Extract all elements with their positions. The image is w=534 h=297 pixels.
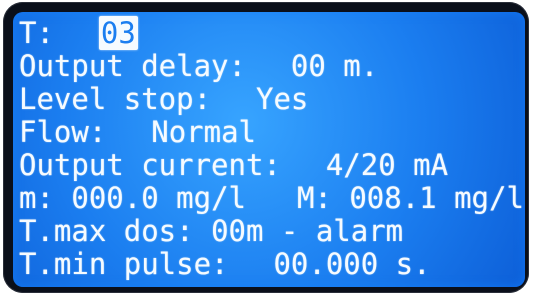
t-min-pulse-label: T.min pulse:	[19, 247, 229, 281]
output-delay-value: 00 m.	[290, 49, 379, 83]
lcd-line-4: Flow: Normal	[19, 115, 256, 149]
lcd-line-7: T.max dos: 00m - alarm	[19, 214, 403, 248]
lcd-line-1: T: 03	[19, 16, 138, 50]
t-max-dos-label: T.max dos:	[19, 214, 194, 248]
level-stop-value: Yes	[256, 82, 309, 116]
t-value-selected[interactable]: 03	[98, 16, 138, 50]
t-max-dos-value: 00m - alarm	[211, 214, 404, 248]
level-stop-label: Level stop:	[19, 82, 212, 116]
min-label: m:	[19, 181, 54, 215]
lcd-screen: T: 03 Output delay: 00 m. Level stop: Ye…	[13, 12, 525, 287]
lcd-line-2: Output delay: 00 m.	[19, 49, 378, 83]
lcd-frame: T: 03 Output delay: 00 m. Level stop: Ye…	[3, 2, 529, 293]
t-min-pulse-value: 00.000 s.	[273, 247, 431, 281]
output-delay-label: Output delay:	[19, 49, 246, 83]
max-label: M:	[296, 181, 332, 215]
flow-value: Normal	[151, 115, 257, 149]
output-current-label: Output current:	[19, 148, 281, 182]
lcd-line-5: Output current: 4/20 mA	[19, 148, 448, 182]
output-current-value: 4/20 mA	[325, 148, 449, 182]
lcd-line-6: m: 000.0 mg/l M: 008.1 mg/l	[19, 181, 524, 215]
lcd-line-8: T.min pulse: 00.000 s.	[19, 247, 431, 281]
t-label: T:	[19, 16, 54, 50]
flow-label: Flow:	[19, 115, 107, 149]
min-value: 000.0 mg/l	[71, 181, 246, 215]
max-value: 008.1 mg/l	[349, 181, 524, 215]
lcd-text-area: T: 03 Output delay: 00 m. Level stop: Ye…	[19, 16, 524, 283]
lcd-line-3: Level stop: Yes	[19, 82, 308, 116]
lcd-device: T: 03 Output delay: 00 m. Level stop: Ye…	[0, 0, 534, 297]
